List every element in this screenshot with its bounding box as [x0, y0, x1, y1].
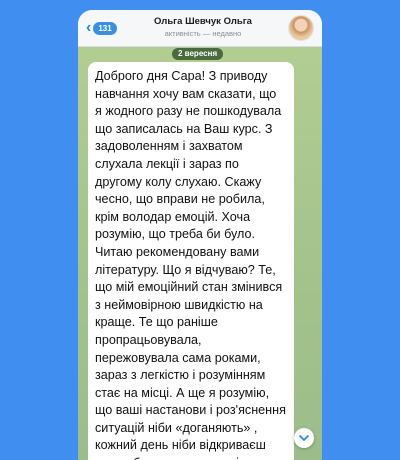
chevron-down-icon: [299, 435, 309, 441]
contact-name[interactable]: Ольга Шевчук Ольга: [128, 16, 278, 27]
message-bubble[interactable]: Доброго дня Сара! З приводу навчання хоч…: [88, 62, 294, 460]
contact-status: активність — недавно: [164, 29, 242, 38]
scroll-down-button[interactable]: [294, 428, 314, 448]
chat-header: ‹ 131 Ольга Шевчук Ольга активність — не…: [78, 10, 322, 47]
avatar[interactable]: [288, 15, 314, 41]
message-text: Доброго дня Сара! З приводу навчання хоч…: [95, 69, 286, 460]
date-separator: 2 вересня: [172, 48, 224, 60]
back-button[interactable]: ‹ 131: [86, 19, 117, 36]
unread-count-badge: 131: [93, 21, 117, 35]
chat-window: ‹ 131 Ольга Шевчук Ольга активність — не…: [78, 10, 322, 460]
chevron-left-icon: ‹: [86, 19, 92, 36]
